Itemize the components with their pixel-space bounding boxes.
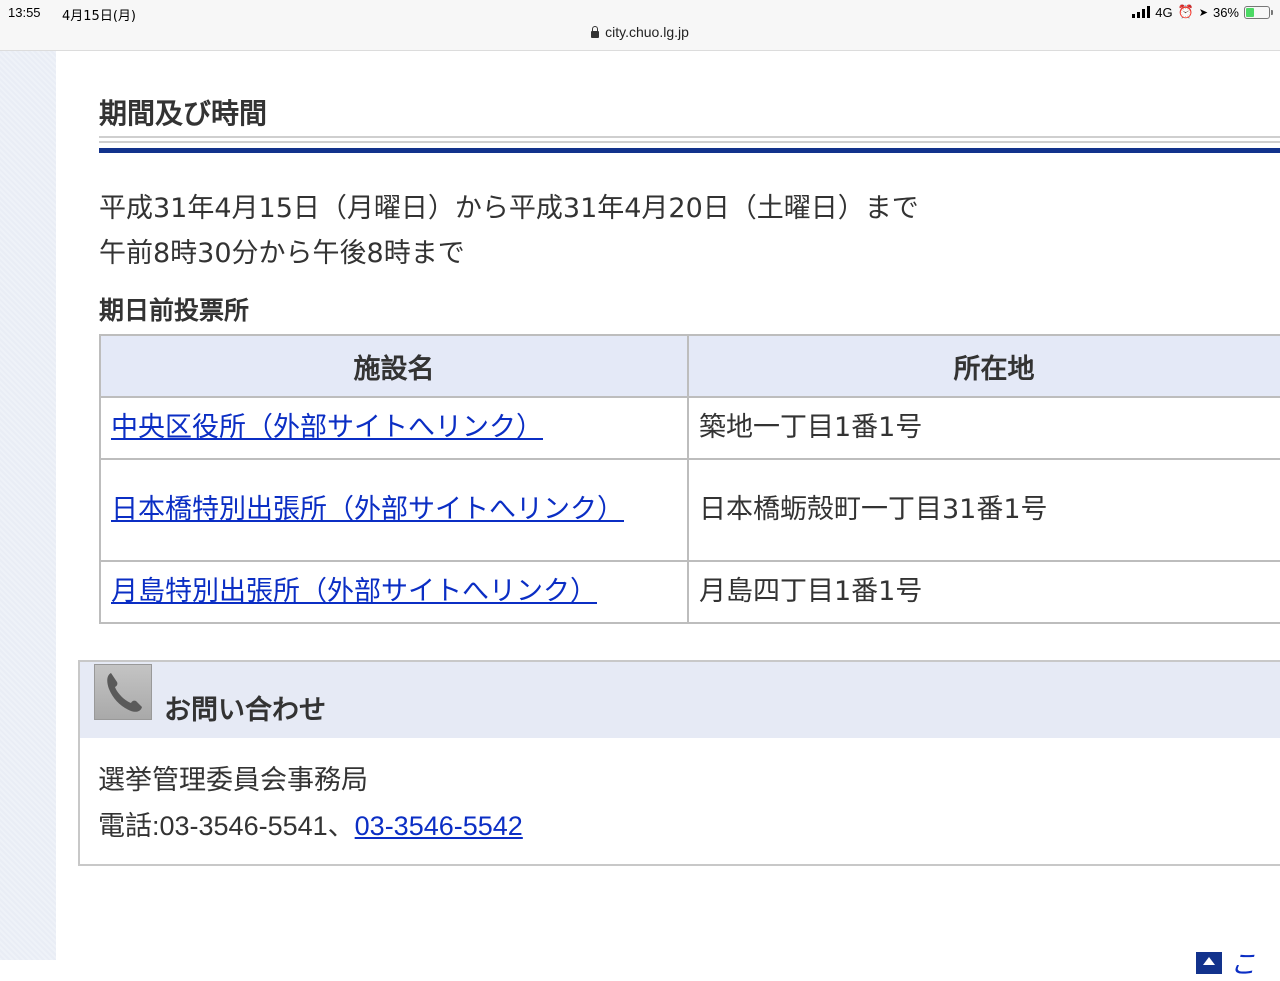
- phone-label: 電話:03-3546-5541、: [98, 811, 355, 841]
- status-bar: 13:55 4月15日(月) 4G ⏰ ➤ 36% city.chuo.lg.j…: [0, 0, 1280, 51]
- section-title: 期間及び時間: [99, 97, 268, 130]
- battery-icon: [1244, 5, 1273, 19]
- lock-icon: [591, 26, 600, 38]
- venue-name-cell: 中央区役所（外部サイトへリンク）: [99, 396, 689, 460]
- venue-name-cell: 日本橋特別出張所（外部サイトへリンク）: [99, 458, 689, 562]
- table-header-row: 施設名 所在地: [99, 334, 1280, 398]
- contact-box: お問い合わせ 選挙管理委員会事務局 電話:03-3546-5541、03-354…: [78, 660, 1280, 866]
- title-rule: [99, 136, 1280, 138]
- period-hours: 午前8時30分から午後8時まで: [99, 238, 465, 269]
- location-icon: ➤: [1198, 6, 1208, 19]
- network-label: 4G: [1155, 4, 1173, 20]
- table-row: 月島特別出張所（外部サイトへリンク） 月島四丁目1番1号: [99, 560, 1280, 624]
- contact-office: 選挙管理委員会事務局: [98, 765, 368, 796]
- url-text: city.chuo.lg.jp: [605, 24, 689, 40]
- venues-table: 施設名 所在地 中央区役所（外部サイトへリンク） 築地一丁目1番1号 日本橋特別…: [99, 334, 1280, 624]
- page-top-link[interactable]: こ: [1196, 944, 1256, 981]
- venue-link-tsukishima[interactable]: 月島特別出張所（外部サイトへリンク）: [111, 576, 597, 607]
- venue-address: 築地一丁目1番1号: [687, 396, 1280, 460]
- venue-address: 日本橋蛎殻町一丁目31番1号: [687, 458, 1280, 562]
- page-top-label: こ: [1230, 950, 1257, 980]
- contact-title: お問い合わせ: [164, 695, 326, 726]
- venues-title: 期日前投票所: [99, 296, 250, 325]
- table-row: 中央区役所（外部サイトへリンク） 築地一丁目1番1号: [99, 396, 1280, 460]
- signal-icon: [1132, 6, 1151, 18]
- contact-header: お問い合わせ: [80, 662, 1280, 738]
- column-header-name: 施設名: [99, 334, 689, 398]
- status-date: 4月15日(月): [62, 9, 136, 24]
- venue-name-cell: 月島特別出張所（外部サイトへリンク）: [99, 560, 689, 624]
- phone-icon: [94, 664, 152, 720]
- battery-percent: 36%: [1212, 4, 1239, 20]
- left-gutter: [0, 51, 56, 960]
- alarm-icon: ⏰: [1177, 4, 1194, 19]
- column-header-location: 所在地: [687, 334, 1280, 398]
- title-rule: [99, 141, 1280, 143]
- period-dates: 平成31年4月15日（月曜日）から平成31年4月20日（土曜日）まで: [99, 193, 919, 224]
- arrow-up-icon: [1196, 951, 1222, 974]
- table-row: 日本橋特別出張所（外部サイトへリンク） 日本橋蛎殻町一丁目31番1号: [99, 458, 1280, 562]
- title-accent-rule: [99, 148, 1280, 153]
- address-bar[interactable]: city.chuo.lg.jp: [0, 24, 1280, 40]
- venue-link-chuo[interactable]: 中央区役所（外部サイトへリンク）: [111, 412, 543, 443]
- status-time: 13:55: [8, 5, 41, 20]
- venue-link-nihonbashi[interactable]: 日本橋特別出張所（外部サイトへリンク）: [111, 494, 624, 525]
- venue-address: 月島四丁目1番1号: [687, 560, 1280, 624]
- status-indicators: 4G ⏰ ➤ 36%: [1132, 4, 1273, 20]
- phone-link[interactable]: 03-3546-5542: [355, 811, 523, 841]
- contact-phone: 電話:03-3546-5541、03-3546-5542: [98, 804, 523, 843]
